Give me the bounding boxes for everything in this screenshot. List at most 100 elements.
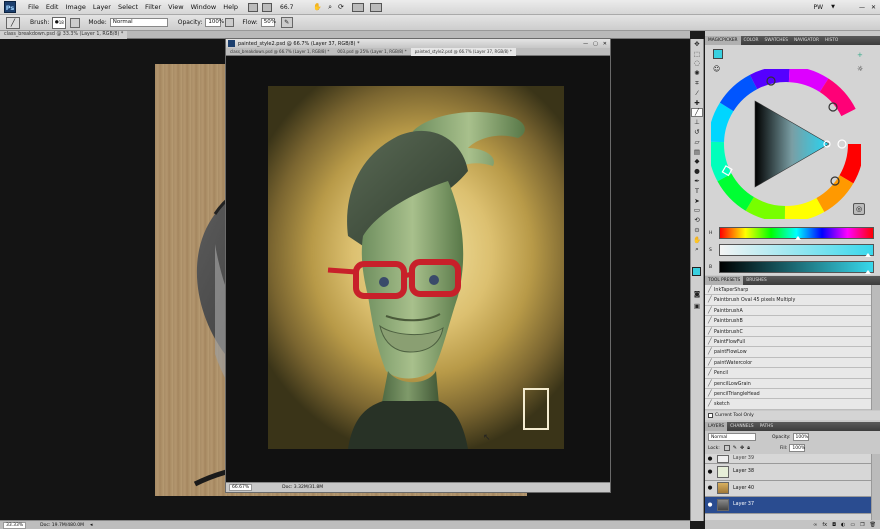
preset-item[interactable]: ╱ sketch xyxy=(705,399,871,410)
window-minimize-icon[interactable]: — xyxy=(583,41,588,47)
preset-item[interactable]: ╱ pencilTriangleHead xyxy=(705,388,871,400)
brightness-slider[interactable] xyxy=(719,261,874,274)
clone-stamp-icon[interactable]: ⊥ xyxy=(691,117,703,127)
brush-panel-toggle-icon[interactable] xyxy=(70,17,81,28)
front-zoom-field[interactable]: 66.67% xyxy=(229,484,253,491)
menu-select[interactable]: Select xyxy=(118,3,138,11)
menu-view[interactable]: View xyxy=(168,3,183,11)
quick-select-icon[interactable]: ✺ xyxy=(691,68,703,78)
brightness-slider-thumb[interactable] xyxy=(865,270,872,274)
3d-orbit-icon[interactable]: ⊙ xyxy=(691,225,703,235)
zoom-level[interactable]: 66.7 xyxy=(280,4,293,11)
layer-row[interactable]: ● Layer 39 xyxy=(705,454,871,464)
preset-item[interactable]: ╱ PaintbrushA xyxy=(705,305,871,317)
minibridge-icon[interactable] xyxy=(262,2,273,12)
presets-scrollbar[interactable] xyxy=(871,285,880,410)
tab-layers[interactable]: LAYERS xyxy=(705,422,728,431)
screen-mode-icon[interactable] xyxy=(369,2,382,12)
window-maximize-icon[interactable]: ▢ xyxy=(593,41,598,47)
lock-transparency-icon[interactable] xyxy=(723,445,730,451)
move-icon[interactable]: ✥ xyxy=(691,39,703,49)
type-icon[interactable]: T xyxy=(691,186,703,196)
gradient-icon[interactable]: ▤ xyxy=(691,147,703,157)
preset-item[interactable]: ╱ pencilLowGrain xyxy=(705,378,871,389)
tab-paths[interactable]: PATHS xyxy=(757,422,777,431)
preset-item[interactable]: ╱ Paintbrush Oval 45 pixels Multiply xyxy=(705,295,871,306)
tab-color[interactable]: COLOR xyxy=(741,36,762,45)
adjustment-layer-icon[interactable]: ◐ xyxy=(841,522,845,528)
visibility-eye-icon[interactable]: ● xyxy=(705,485,715,491)
tab-003[interactable]: 003.psd @ 25% (Layer 1, RGB/8) * xyxy=(333,48,410,56)
preset-item[interactable]: ╱ PaintbrushC xyxy=(705,326,871,337)
blur-icon[interactable]: ◆ xyxy=(691,157,703,167)
tab-painted-style2[interactable]: painted_style2.psd @ 66.7% (Layer 37, RG… xyxy=(410,47,516,56)
tab-magicpicker[interactable]: MAGICPICKER xyxy=(705,36,741,45)
preset-item[interactable]: ╱ PaintFlowFull xyxy=(705,336,871,348)
fill-field[interactable]: 100% xyxy=(789,444,806,452)
window-close-icon[interactable]: ✕ xyxy=(603,41,607,47)
current-tool-only-checkbox[interactable] xyxy=(708,413,713,418)
marquee-icon[interactable]: ⬚ xyxy=(691,49,703,59)
menu-layer[interactable]: Layer xyxy=(93,3,111,11)
menu-file[interactable]: File xyxy=(28,3,39,11)
new-group-icon[interactable]: ▭ xyxy=(850,522,855,528)
quick-mask-icon[interactable]: ◙ xyxy=(691,289,703,299)
link-layers-icon[interactable]: ∞ xyxy=(813,522,817,528)
opacity-pressure-icon[interactable] xyxy=(225,18,235,27)
layer-row-selected[interactable]: ● Layer 37 xyxy=(705,497,871,514)
zoom-icon[interactable]: ⌕ xyxy=(691,245,703,255)
visibility-eye-icon[interactable]: ● xyxy=(705,456,715,462)
tab-channels[interactable]: CHANNELS xyxy=(727,422,756,431)
visibility-eye-icon[interactable]: ● xyxy=(705,469,715,475)
tab-swatches[interactable]: SWATCHES xyxy=(762,36,791,45)
front-document-window[interactable]: painted_style2.psd @ 66.7% (Layer 37, RG… xyxy=(225,38,611,493)
menu-image[interactable]: Image xyxy=(65,3,85,11)
pen-icon[interactable]: ✒ xyxy=(691,176,703,186)
healing-icon[interactable]: ✚ xyxy=(691,98,703,108)
arrange-documents-icon[interactable] xyxy=(351,2,364,12)
preset-item[interactable]: ╱ paintWatercolor xyxy=(705,357,871,369)
tab-tool-presets[interactable]: TOOL PRESETS xyxy=(705,276,744,285)
lock-position-icon[interactable]: ✥ xyxy=(740,445,744,451)
close-icon[interactable]: ✕ xyxy=(871,4,876,11)
lock-pixels-icon[interactable]: ✎ xyxy=(733,445,737,451)
tab-histogram[interactable]: HISTO xyxy=(822,36,841,45)
layer-row[interactable]: ● Layer 38 xyxy=(705,464,871,481)
hue-slider-thumb[interactable] xyxy=(795,236,802,240)
menu-filter[interactable]: Filter xyxy=(145,3,161,11)
tab-class-breakdown[interactable]: class_breakdown.psd @ 66.7% (Layer 1, RG… xyxy=(226,48,333,56)
photoshop-logo[interactable]: Ps xyxy=(4,1,16,13)
workspace-dropdown-icon[interactable]: ▼ xyxy=(831,4,835,10)
layer-style-icon[interactable]: fx xyxy=(822,522,827,528)
preset-item[interactable]: ╱ PaintbrushB xyxy=(705,316,871,327)
hue-slider[interactable] xyxy=(719,227,874,240)
visibility-eye-icon[interactable]: ● xyxy=(705,502,715,508)
menu-edit[interactable]: Edit xyxy=(46,3,59,11)
hand-tool-icon[interactable]: ✋ xyxy=(313,3,322,11)
mp-settings-icon[interactable]: ◎ xyxy=(853,203,865,215)
saturation-slider[interactable] xyxy=(719,244,874,257)
new-layer-icon[interactable]: ❐ xyxy=(860,522,864,528)
lock-all-icon[interactable]: 🔒︎ xyxy=(747,445,750,451)
layers-scrollbar[interactable] xyxy=(871,454,880,520)
airbrush-icon[interactable]: ✎ xyxy=(280,17,293,28)
status-scroll-left-icon[interactable]: ◂ xyxy=(90,522,93,528)
preset-item[interactable]: ╱ paintFlowLow xyxy=(705,347,871,358)
shape-icon[interactable]: ▭ xyxy=(691,206,703,216)
menu-window[interactable]: Window xyxy=(191,3,217,11)
brush-tool-icon[interactable]: ╱ xyxy=(6,16,20,29)
minimize-icon[interactable]: — xyxy=(859,4,865,11)
flow-field[interactable]: 50% xyxy=(260,18,276,27)
blend-mode-select[interactable]: Normal xyxy=(708,433,756,441)
color-wheel[interactable] xyxy=(711,69,861,219)
layer-row[interactable]: ● Layer 40 xyxy=(705,480,871,497)
history-brush-icon[interactable]: ↺ xyxy=(691,127,703,137)
status-zoom[interactable]: 33.33% xyxy=(3,521,27,529)
menu-help[interactable]: Help xyxy=(223,3,238,11)
workspace-name[interactable]: PW xyxy=(814,4,824,11)
doc-tab-class-breakdown[interactable]: class_breakdown.psd @ 33.3% (Layer 1, RG… xyxy=(0,30,128,39)
3d-rotate-icon[interactable]: ⟲ xyxy=(691,215,703,225)
lasso-icon[interactable]: ◌ xyxy=(691,59,703,69)
dodge-icon[interactable]: ● xyxy=(691,166,703,176)
mp-foreground-swatch[interactable] xyxy=(713,49,723,59)
